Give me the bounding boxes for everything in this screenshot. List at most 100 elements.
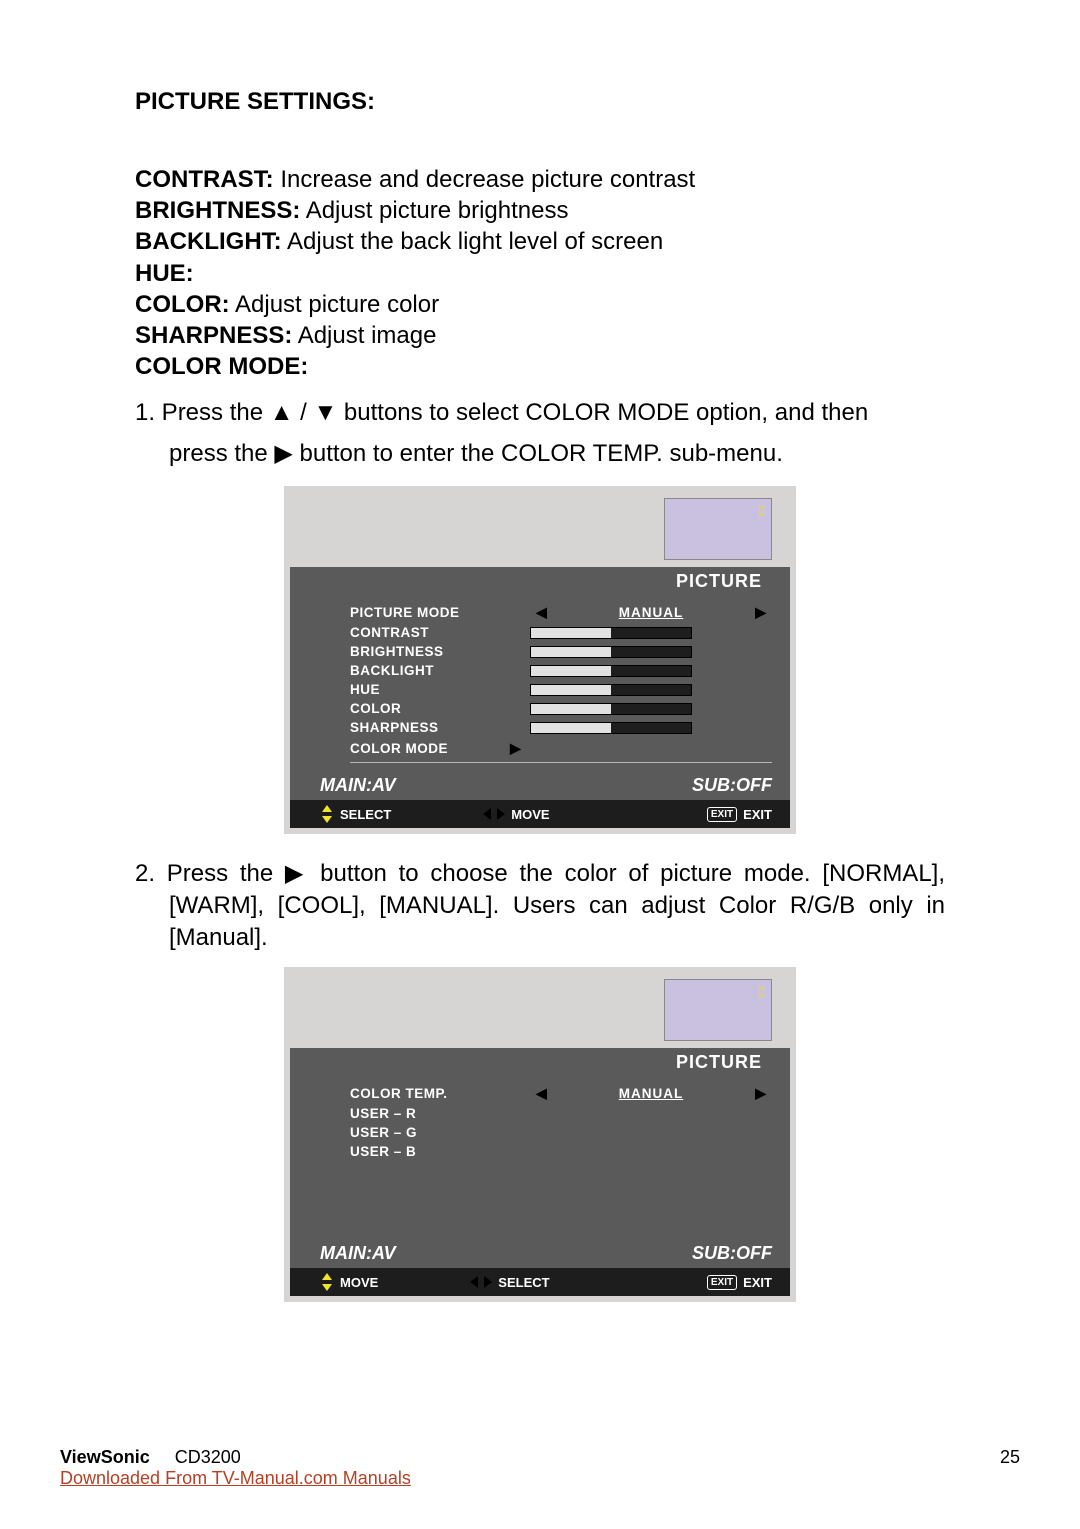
page-title: PICTURE SETTINGS: [135, 88, 945, 116]
osd-row-label: HUE [350, 682, 530, 697]
triangle-left-icon: ◀ [536, 1085, 547, 1102]
osd-status: MAIN:AV SUB:OFF [290, 1237, 790, 1268]
step-1-line-b: press the ▶ button to enter the COLOR TE… [135, 436, 945, 472]
triangle-right-icon: ▶ [755, 1085, 766, 1102]
osd-nav: SELECT MOVE EXIT EXIT [290, 800, 790, 828]
def-desc: Increase and decrease picture contrast [274, 166, 696, 193]
osd-row: USER – R [350, 1104, 772, 1123]
exit-icon: EXIT [707, 807, 737, 822]
status-right: SUB:OFF [692, 1243, 772, 1264]
osd-slider [530, 703, 692, 715]
osd-nav: MOVE SELECT EXIT EXIT [290, 1268, 790, 1296]
osd-select-value: MANUAL [553, 605, 749, 620]
exit-icon: EXIT [707, 1275, 737, 1290]
osd-row: USER – B [350, 1142, 772, 1161]
left-right-icon [470, 1276, 492, 1288]
osd-slider [530, 665, 692, 677]
nav-item: EXIT EXIT [707, 807, 772, 822]
osd-row-control: ▶ [530, 740, 772, 757]
nav-item: EXIT EXIT [707, 1275, 772, 1290]
def-desc: Adjust image [292, 322, 436, 349]
osd-title: PICTURE [290, 567, 790, 598]
osd-row-label: COLOR TEMP. [350, 1086, 530, 1101]
page-number: 25 [1000, 1447, 1020, 1468]
osd-slider [530, 722, 692, 734]
osd-preview-box: ▯ [664, 498, 772, 560]
osd-row: PICTURE MODE ◀ MANUAL ▶ [350, 602, 772, 623]
nav-label: MOVE [511, 807, 549, 822]
nav-label: EXIT [743, 1275, 772, 1290]
osd-title: PICTURE [290, 1048, 790, 1079]
osd-row-label: SHARPNESS [350, 720, 530, 735]
def-term: CONTRAST: [135, 166, 274, 193]
osd-row-label: USER – B [350, 1144, 530, 1159]
osd-row-control [530, 722, 772, 734]
triangle-right-icon: ▶ [510, 740, 521, 757]
nav-label: EXIT [743, 807, 772, 822]
osd-row-label: COLOR MODE [350, 741, 530, 756]
osd-row-control: ◀MANUAL▶ [530, 1085, 772, 1102]
osd-row-label: BACKLIGHT [350, 663, 530, 678]
def-term: HUE: [135, 260, 194, 287]
osd-row: COLOR MODE▶ [350, 738, 772, 763]
up-down-icon [320, 1273, 334, 1291]
footer-brand: ViewSonic [60, 1447, 150, 1467]
osd-preview-box: ▯ [664, 979, 772, 1041]
def-term: BRIGHTNESS: [135, 197, 300, 224]
osd-row: CONTRAST [350, 623, 772, 642]
osd-slider [530, 684, 692, 696]
up-down-icon [320, 805, 334, 823]
osd-row: HUE [350, 680, 772, 699]
osd-row-label: PICTURE MODE [350, 605, 530, 620]
osd-row: COLOR [350, 699, 772, 718]
osd-row: SHARPNESS [350, 718, 772, 737]
left-right-icon [483, 808, 505, 820]
osd-row-control [530, 646, 772, 658]
def-term: COLOR: [135, 291, 230, 318]
page-footer: ViewSonic CD3200 Downloaded From TV-Manu… [60, 1447, 1020, 1489]
osd-row: BRIGHTNESS [350, 642, 772, 661]
step-2: 2. Press the ▶ button to choose the colo… [135, 858, 945, 953]
osd-row: BACKLIGHT [350, 661, 772, 680]
nav-item: MOVE [320, 1273, 378, 1291]
osd-top: ▯ [290, 973, 790, 1048]
nav-label: SELECT [340, 807, 391, 822]
osd-status: MAIN:AV SUB:OFF [290, 769, 790, 800]
osd-row-label: COLOR [350, 701, 530, 716]
def-desc: Adjust picture brightness [300, 197, 568, 224]
osd-top: ▯ [290, 492, 790, 567]
osd-row-label: USER – G [350, 1125, 530, 1140]
osd-row-control: ◀ MANUAL ▶ [530, 604, 772, 621]
osd-row-control [530, 703, 772, 715]
triangle-right-icon: ▶ [755, 604, 766, 621]
nav-label: MOVE [340, 1275, 378, 1290]
status-right: SUB:OFF [692, 775, 772, 796]
nav-item: SELECT [470, 1275, 549, 1290]
osd-row-label: USER – R [350, 1106, 530, 1121]
definitions-block: CONTRAST: Increase and decrease picture … [135, 164, 945, 382]
osd-row-control [530, 684, 772, 696]
status-left: MAIN:AV [320, 1243, 396, 1264]
step-1-line-a: 1. Press the ▲ / ▼ buttons to select COL… [135, 392, 945, 434]
status-left: MAIN:AV [320, 775, 396, 796]
nav-label: SELECT [498, 1275, 549, 1290]
def-desc: Adjust the back light level of screen [282, 228, 664, 255]
footer-link[interactable]: Downloaded From TV-Manual.com Manuals [60, 1468, 411, 1488]
osd-panel-color-temp: ▯ PICTURE COLOR TEMP.◀MANUAL▶USER – RUSE… [284, 967, 796, 1302]
indicator-icon: ▯ [758, 503, 765, 517]
osd-body: PICTURE MODE ◀ MANUAL ▶ CONTRAST BRIGHTNESS BA… [290, 598, 790, 769]
osd-row-label: BRIGHTNESS [350, 644, 530, 659]
nav-item: MOVE [483, 807, 549, 822]
osd-row: USER – G [350, 1123, 772, 1142]
triangle-left-icon: ◀ [536, 604, 547, 621]
osd-slider [530, 627, 692, 639]
osd-row: COLOR TEMP.◀MANUAL▶ [350, 1083, 772, 1104]
osd-row-label: CONTRAST [350, 625, 530, 640]
osd-row-control [530, 665, 772, 677]
footer-model: CD3200 [175, 1447, 241, 1467]
nav-item: SELECT [320, 805, 391, 823]
osd-panel-picture: ▯ PICTURE PICTURE MODE ◀ MANUAL ▶ CONTRAST BR… [284, 486, 796, 834]
osd-row-control [530, 627, 772, 639]
indicator-icon: ▯ [758, 984, 765, 998]
def-term: BACKLIGHT: [135, 228, 282, 255]
